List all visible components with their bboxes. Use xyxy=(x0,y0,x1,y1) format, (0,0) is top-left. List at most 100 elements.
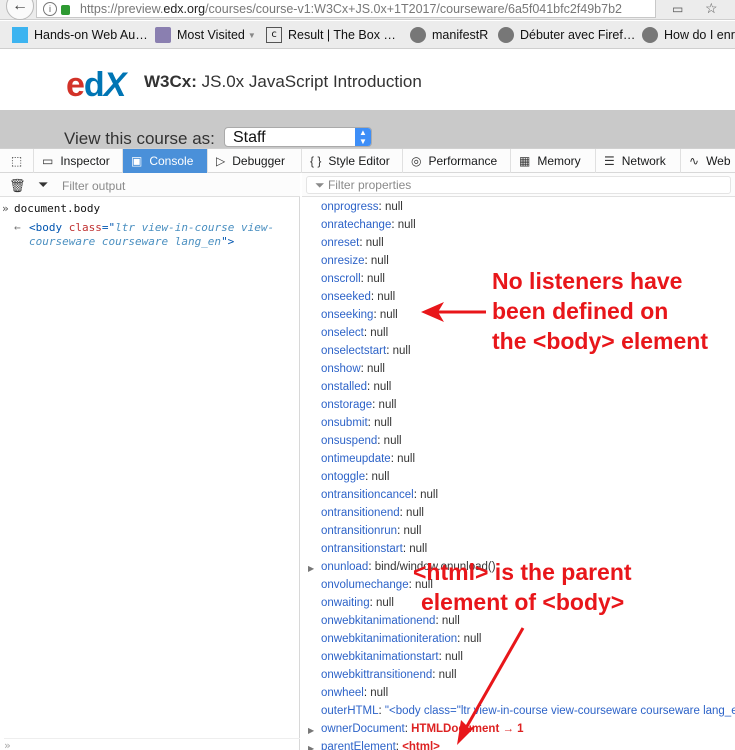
property-value: null xyxy=(392,345,411,357)
annotation-no-listeners: No listeners have been defined on the <b… xyxy=(492,266,708,356)
tab-console[interactable]: ▣ Console xyxy=(123,149,208,173)
property-row: ontransitionend: null xyxy=(321,507,424,525)
bookmark-label: Result | The Box … xyxy=(288,28,396,42)
tab-inspector[interactable]: ▭ Inspector xyxy=(34,149,123,173)
funnel-icon[interactable]: ⏷ xyxy=(38,177,48,193)
edx-logo[interactable]: edX xyxy=(66,68,126,102)
expand-twisty-icon[interactable]: ▶ xyxy=(308,742,314,750)
info-icon[interactable]: i xyxy=(43,1,57,16)
property-row: onshow: null xyxy=(321,363,385,381)
bookmark-item[interactable]: c Result | The Box … xyxy=(266,27,396,43)
view-as-value: Staff xyxy=(233,129,266,146)
view-as-select[interactable]: Staff ▲ ▼ xyxy=(224,127,372,147)
property-row: ontimeupdate: null xyxy=(321,453,415,471)
bookmark-label: manifestR xyxy=(432,28,489,42)
tab-style-editor[interactable]: { } Style Editor xyxy=(302,149,403,173)
property-row: onwebkitanimationstart: null xyxy=(321,651,463,669)
filter-properties-input[interactable]: ⏷ Filter properties xyxy=(306,176,731,194)
property-row: outerHTML: "<body class="ltr view-in-cou… xyxy=(321,705,735,723)
url-prefix: https://preview. xyxy=(80,1,164,16)
result-tag-close: "> xyxy=(221,235,235,248)
tab-web[interactable]: ∿ Web xyxy=(681,149,735,173)
property-value: null xyxy=(375,597,394,609)
console-output-pane: » document.body ← <body class="ltr view-… xyxy=(0,197,300,750)
select-arrows-icon: ▲ ▼ xyxy=(355,128,371,146)
bookmark-label: Débuter avec Firef… xyxy=(520,28,636,42)
tab-network[interactable]: ☰ Network xyxy=(596,149,681,173)
course-name: JS.0x JavaScript Introduction xyxy=(196,72,422,91)
property-row: onsuspend: null xyxy=(321,435,402,453)
property-value: null xyxy=(373,381,392,393)
trash-icon[interactable]: 🗑 xyxy=(9,178,26,194)
filter-funnel-icon: ⏷ xyxy=(315,178,328,192)
folder-icon xyxy=(155,27,171,43)
bookmark-item[interactable]: Hands-on Web Au… xyxy=(12,27,148,43)
expand-twisty-icon[interactable]: ▶ xyxy=(308,724,314,737)
property-row: onstorage: null xyxy=(321,399,396,417)
property-value: <html> xyxy=(402,741,440,750)
filter-properties-placeholder: Filter properties xyxy=(327,178,412,192)
url-field[interactable]: i https://preview. edx.org/courses/course… xyxy=(36,0,656,18)
property-key: outerHTML xyxy=(321,705,379,717)
property-row: onstalled: null xyxy=(321,381,391,399)
property-key: onresize xyxy=(321,255,365,267)
result-eq: =" xyxy=(101,221,116,234)
property-key: onwebkittransitionend xyxy=(321,669,433,681)
tab-memory[interactable]: ▦ Memory xyxy=(511,149,596,173)
course-header: edX W3Cx: JS.0x JavaScript Introduction xyxy=(0,50,735,110)
pick-element-button[interactable]: ⬚ xyxy=(0,149,34,173)
property-key: onunload xyxy=(321,561,369,573)
bookmarks-bar: Hands-on Web Au… Most Visited ▼ c Result… xyxy=(0,21,735,49)
property-value: null xyxy=(367,363,385,375)
property-key: onstorage xyxy=(321,399,373,411)
globe-icon xyxy=(410,27,426,43)
property-row[interactable]: ▶ ownerDocument: HTMLDocument → 1 xyxy=(308,723,524,741)
bookmark-item[interactable]: manifestR xyxy=(410,27,488,43)
console-filter-bar: 🗑 ⏷ Filter output xyxy=(0,173,300,197)
property-key: onstalled xyxy=(321,381,368,393)
back-button[interactable]: ← xyxy=(6,0,34,20)
console-input-line: » document.body xyxy=(2,202,100,215)
view-as-bar: View this course as: Staff ▲ ▼ xyxy=(0,110,735,148)
property-row[interactable]: ▶ parentElement: <html> xyxy=(308,741,440,750)
property-value: null xyxy=(370,255,389,267)
filter-output-input[interactable]: Filter output xyxy=(62,179,125,193)
property-key: onratechange xyxy=(321,219,392,231)
course-title: W3Cx: JS.0x JavaScript Introduction xyxy=(144,72,422,92)
chevron-down-icon: ▼ xyxy=(247,30,256,40)
tab-debugger[interactable]: ▷ Debugger xyxy=(208,149,302,173)
property-value: null xyxy=(378,399,397,411)
expand-twisty-icon[interactable]: ▶ xyxy=(308,562,314,575)
property-row: ontransitionrun: null xyxy=(321,525,421,543)
reader-view-icon[interactable]: ▭ xyxy=(672,2,683,16)
lock-icon xyxy=(61,4,70,15)
tab-performance[interactable]: ◎ Performance xyxy=(403,149,511,173)
property-key: onvolumechange xyxy=(321,579,409,591)
property-value: null xyxy=(445,651,463,663)
property-row: onreset: null xyxy=(321,237,384,255)
property-row: onresize: null xyxy=(321,255,389,273)
property-row: ontransitioncancel: null xyxy=(321,489,438,507)
property-value: null xyxy=(420,489,438,501)
property-key: onsuspend xyxy=(321,435,378,447)
property-row: onwebkitanimationend: null xyxy=(321,615,460,633)
back-arrow-icon: ← xyxy=(12,0,28,14)
result-arrow-icon: ← xyxy=(14,221,21,234)
console-result[interactable]: ← <body class="ltr view-in-course view-c… xyxy=(14,221,289,249)
bookmark-item[interactable]: How do I enri xyxy=(642,27,735,43)
annotation-line: element of <body> xyxy=(421,589,625,615)
property-key: parentElement xyxy=(321,741,396,750)
property-key: onselectstart xyxy=(321,345,387,357)
bookmark-item[interactable]: Most Visited ▼ xyxy=(155,27,256,43)
annotation-line: been defined on xyxy=(492,298,669,324)
bookmark-star-icon[interactable]: ☆ xyxy=(705,0,718,17)
result-attr: class xyxy=(68,221,102,234)
course-org: W3Cx: xyxy=(144,72,197,91)
page-icon: c xyxy=(266,27,282,43)
annotation-line: the <body> element xyxy=(492,328,709,354)
property-key: ontransitionend xyxy=(321,507,400,519)
bookmark-item[interactable]: Débuter avec Firef… xyxy=(498,27,635,43)
console-command-line[interactable]: » xyxy=(4,738,300,750)
property-row: onseeking: null xyxy=(321,309,398,327)
browser-toolbar: ← i https://preview. edx.org/courses/cour… xyxy=(0,0,735,20)
